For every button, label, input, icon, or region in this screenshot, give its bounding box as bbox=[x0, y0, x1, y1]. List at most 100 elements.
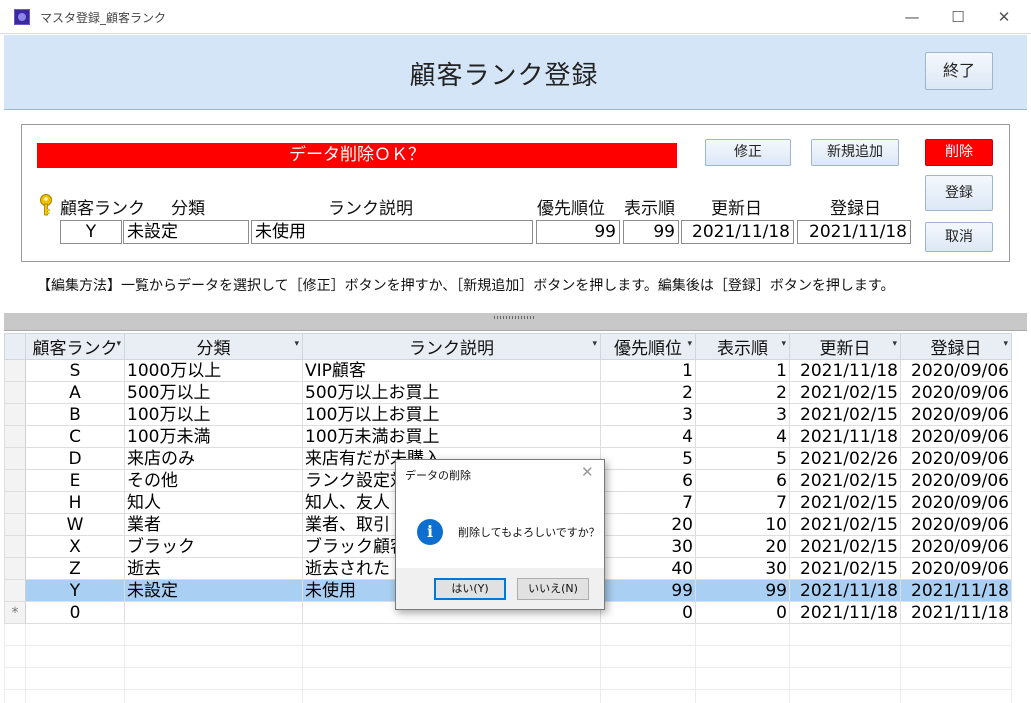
row-selector[interactable]: * bbox=[4, 601, 26, 624]
row-selector[interactable] bbox=[4, 535, 26, 558]
table-cell[interactable]: B bbox=[25, 403, 125, 426]
table-cell[interactable]: 知人 bbox=[124, 491, 303, 514]
header-updated[interactable]: 更新日 ▾ bbox=[789, 333, 901, 360]
edit-button[interactable]: 修正 bbox=[705, 139, 791, 166]
table-cell[interactable]: 500万以上お買上 bbox=[302, 381, 601, 404]
table-cell[interactable]: 来店のみ bbox=[124, 447, 303, 470]
table-cell[interactable]: 2021/11/18 bbox=[789, 601, 901, 624]
row-selector[interactable] bbox=[4, 447, 26, 470]
table-row[interactable]: S 1000万以上 VIP顧客 1 1 2021/11/18 2020/09/06 bbox=[4, 359, 1012, 382]
table-cell[interactable]: 5 bbox=[695, 447, 790, 470]
sort-dropdown-icon[interactable]: ▾ bbox=[892, 339, 897, 349]
table-cell[interactable] bbox=[124, 601, 303, 624]
table-cell[interactable]: 20 bbox=[600, 513, 696, 536]
category-field[interactable]: 未設定 bbox=[123, 220, 249, 244]
table-cell[interactable]: 100万以上お買上 bbox=[302, 403, 601, 426]
table-cell[interactable]: 500万以上 bbox=[124, 381, 303, 404]
table-cell[interactable]: ブラック bbox=[124, 535, 303, 558]
table-cell[interactable]: VIP顧客 bbox=[302, 359, 601, 382]
table-cell[interactable]: その他 bbox=[124, 469, 303, 492]
table-cell[interactable]: 1 bbox=[695, 359, 790, 382]
row-selector[interactable] bbox=[4, 381, 26, 404]
table-cell[interactable]: 2021/02/15 bbox=[789, 469, 901, 492]
table-cell[interactable]: 2020/09/06 bbox=[900, 557, 1012, 580]
row-selector[interactable] bbox=[4, 491, 26, 514]
table-cell[interactable]: 2 bbox=[600, 381, 696, 404]
table-cell[interactable]: 2020/09/06 bbox=[900, 469, 1012, 492]
row-selector[interactable] bbox=[4, 425, 26, 448]
table-cell[interactable]: 2021/11/18 bbox=[900, 579, 1012, 602]
table-cell[interactable]: H bbox=[25, 491, 125, 514]
dialog-yes-button[interactable]: はい(Y) bbox=[434, 578, 506, 600]
sort-dropdown-icon[interactable]: ▾ bbox=[781, 339, 786, 349]
table-cell[interactable]: 2021/02/15 bbox=[789, 535, 901, 558]
table-cell[interactable]: 7 bbox=[600, 491, 696, 514]
header-category[interactable]: 分類 ▾ bbox=[124, 333, 303, 360]
header-description[interactable]: ランク説明 ▾ bbox=[302, 333, 601, 360]
minimize-button[interactable]: — bbox=[889, 4, 935, 30]
row-selector[interactable] bbox=[4, 557, 26, 580]
table-cell[interactable]: 5 bbox=[600, 447, 696, 470]
table-cell[interactable]: 4 bbox=[600, 425, 696, 448]
table-cell[interactable]: 2021/02/15 bbox=[789, 513, 901, 536]
table-cell[interactable]: C bbox=[25, 425, 125, 448]
table-row[interactable]: C 100万未満 100万未満お買上 4 4 2021/11/18 2020/09/06 bbox=[4, 425, 1012, 448]
registered-date-field[interactable]: 2021/11/18 bbox=[797, 220, 911, 244]
table-cell[interactable]: D bbox=[25, 447, 125, 470]
table-cell[interactable]: 0 bbox=[600, 601, 696, 624]
table-cell[interactable]: 3 bbox=[600, 403, 696, 426]
description-field[interactable]: 未使用 bbox=[251, 220, 533, 244]
table-cell[interactable]: 2 bbox=[695, 381, 790, 404]
row-selector[interactable] bbox=[4, 469, 26, 492]
row-selector[interactable] bbox=[4, 359, 26, 382]
table-cell[interactable]: 2021/02/15 bbox=[789, 403, 901, 426]
table-cell[interactable]: 2021/02/15 bbox=[789, 491, 901, 514]
table-row[interactable]: B 100万以上 100万以上お買上 3 3 2021/02/15 2020/09/06 bbox=[4, 403, 1012, 426]
row-selector[interactable] bbox=[4, 579, 26, 602]
header-display-order[interactable]: 表示順 ▾ bbox=[695, 333, 790, 360]
header-registered[interactable]: 登録日 ▾ bbox=[900, 333, 1012, 360]
table-cell[interactable]: 逝去 bbox=[124, 557, 303, 580]
table-cell[interactable]: 1 bbox=[600, 359, 696, 382]
table-cell[interactable]: 2020/09/06 bbox=[900, 535, 1012, 558]
dialog-no-button[interactable]: いいえ(N) bbox=[517, 578, 589, 600]
dialog-close-icon[interactable]: ✕ bbox=[581, 463, 594, 481]
sort-dropdown-icon[interactable]: ▾ bbox=[687, 339, 692, 349]
splitter-grip[interactable] bbox=[494, 316, 534, 319]
close-window-button[interactable]: ✕ bbox=[981, 4, 1027, 30]
add-new-button[interactable]: 新規追加 bbox=[811, 139, 899, 166]
sort-dropdown-icon[interactable]: ▾ bbox=[116, 339, 121, 349]
updated-date-field[interactable]: 2021/11/18 bbox=[681, 220, 794, 244]
table-cell[interactable]: 7 bbox=[695, 491, 790, 514]
maximize-button[interactable]: ☐ bbox=[935, 4, 981, 30]
table-cell[interactable]: S bbox=[25, 359, 125, 382]
table-cell[interactable]: X bbox=[25, 535, 125, 558]
table-cell[interactable]: Z bbox=[25, 557, 125, 580]
table-cell[interactable]: 99 bbox=[695, 579, 790, 602]
table-cell[interactable]: 2021/02/15 bbox=[789, 381, 901, 404]
row-selector[interactable] bbox=[4, 513, 26, 536]
table-cell[interactable]: 2021/11/18 bbox=[900, 601, 1012, 624]
table-cell[interactable]: 30 bbox=[695, 557, 790, 580]
delete-button[interactable]: 削除 bbox=[925, 139, 993, 166]
table-cell[interactable]: 2020/09/06 bbox=[900, 513, 1012, 536]
table-cell[interactable]: 2020/09/06 bbox=[900, 447, 1012, 470]
sort-dropdown-icon[interactable]: ▾ bbox=[592, 339, 597, 349]
table-cell[interactable]: 0 bbox=[695, 601, 790, 624]
exit-button[interactable]: 終了 bbox=[925, 52, 993, 90]
table-cell[interactable]: E bbox=[25, 469, 125, 492]
table-cell[interactable]: 2021/11/18 bbox=[789, 425, 901, 448]
table-cell[interactable]: 6 bbox=[695, 469, 790, 492]
table-row[interactable]: A 500万以上 500万以上お買上 2 2 2021/02/15 2020/09/06 bbox=[4, 381, 1012, 404]
header-rank[interactable]: 顧客ランク ▾ bbox=[25, 333, 125, 360]
table-cell[interactable]: 10 bbox=[695, 513, 790, 536]
table-cell[interactable]: 未設定 bbox=[124, 579, 303, 602]
table-cell[interactable]: 1000万以上 bbox=[124, 359, 303, 382]
table-cell[interactable]: 2020/09/06 bbox=[900, 425, 1012, 448]
row-selector[interactable] bbox=[4, 403, 26, 426]
table-cell[interactable]: 4 bbox=[695, 425, 790, 448]
table-cell[interactable]: 2020/09/06 bbox=[900, 381, 1012, 404]
table-cell[interactable]: 99 bbox=[600, 579, 696, 602]
table-cell[interactable]: 2021/11/18 bbox=[789, 359, 901, 382]
table-cell[interactable]: 100万以上 bbox=[124, 403, 303, 426]
